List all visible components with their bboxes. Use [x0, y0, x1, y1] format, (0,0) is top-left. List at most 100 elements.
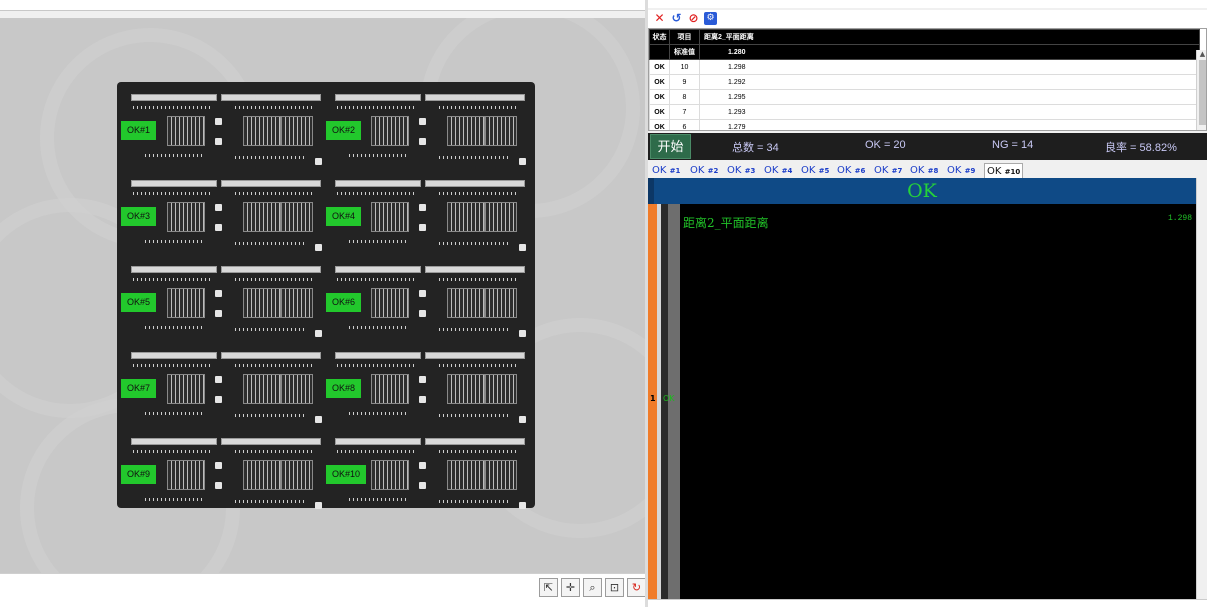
tab-prefix: OK: [837, 165, 852, 176]
close-icon[interactable]: ✕: [653, 12, 666, 25]
viewer-toolbar: ⇱ ✛ ⌕ ⊡ ↻: [0, 573, 646, 607]
table-row[interactable]: OK 7 1.293: [649, 104, 1200, 120]
measure-value: 1.298: [1167, 214, 1192, 223]
unit-result-label: OK#3: [121, 207, 157, 226]
tab-prefix: OK: [910, 165, 925, 176]
standard-label: 标准值: [669, 44, 700, 60]
tab-prefix: OK: [874, 165, 889, 176]
tab-number: #4: [781, 167, 793, 175]
settings-icon[interactable]: ⚙: [704, 12, 717, 25]
app-window: OK#1 OK#2 OK#3 OK#4 OK#5 OK#6 OK#7 OK#8 OK#9 OK#1…: [0, 0, 1207, 607]
standard-row: 标准值 1.280: [649, 44, 1200, 60]
table-row[interactable]: OK 10 1.298: [649, 59, 1200, 75]
unit-result-label: OK#9: [121, 465, 157, 484]
tab-number: #8: [927, 167, 939, 175]
table-scrollbar[interactable]: ▲ ▼: [1196, 50, 1206, 130]
pcb-panel: OK#1 OK#2 OK#3 OK#4 OK#5 OK#6 OK#7 OK#8 OK#9 OK#1…: [117, 82, 535, 509]
row-status: OK: [649, 59, 670, 75]
tab-prefix: OK: [987, 166, 1002, 177]
tab-number: #1: [669, 167, 681, 175]
total-count: 总数 = 34: [732, 142, 779, 154]
row-item: 9: [669, 74, 700, 90]
pcb-unit: OK#9: [121, 438, 325, 516]
tab-number: #10: [1004, 168, 1021, 176]
row-item: 6: [669, 119, 700, 130]
row-value: 1.298: [699, 59, 1200, 75]
unit-result-label: OK#7: [121, 379, 157, 398]
stop-icon[interactable]: ⊘: [687, 12, 700, 25]
unit-result-label: OK#1: [121, 121, 157, 140]
pcb-unit: OK#5: [121, 266, 325, 344]
tab-number: #2: [707, 167, 719, 175]
result-detail: 1 OK 距离2_平面距离 1.298: [648, 204, 1196, 599]
stats-bar: 开始 总数 = 34 OK = 20 NG = 14 良率 = 58.82%: [648, 133, 1207, 160]
crosshair-icon[interactable]: ✛: [561, 578, 580, 597]
tab-number: #9: [964, 167, 976, 175]
tab-number: #6: [854, 167, 866, 175]
export-icon[interactable]: ⇱: [539, 578, 558, 597]
zoom-fit-icon[interactable]: ⊡: [605, 578, 624, 597]
unit-result-label: OK#10: [326, 465, 367, 484]
reset-icon[interactable]: ↺: [670, 12, 683, 25]
row-item: 8: [669, 89, 700, 105]
pcb-unit: OK#8: [326, 352, 529, 430]
unit-result-label: OK#4: [326, 207, 362, 226]
table-row[interactable]: OK 8 1.295: [649, 89, 1200, 105]
tab-ok-10[interactable]: OK #10: [984, 163, 1024, 178]
row-value: 1.293: [699, 104, 1200, 120]
refresh-icon[interactable]: ↻: [627, 578, 646, 597]
row-status: OK: [649, 74, 670, 90]
yield-rate: 良率 = 58.82%: [1105, 142, 1177, 154]
tab-ok-3[interactable]: OK #3: [727, 163, 755, 178]
row-value: 1.295: [699, 89, 1200, 105]
row-value: 1.279: [699, 119, 1200, 130]
tab-prefix: OK: [690, 165, 705, 176]
tab-number: #5: [818, 167, 830, 175]
tab-ok-5[interactable]: OK #5: [801, 163, 829, 178]
tab-ok-7[interactable]: OK #7: [874, 163, 902, 178]
start-button[interactable]: 开始: [650, 134, 691, 159]
scroll-up-icon[interactable]: ▲: [1198, 50, 1206, 58]
row-value: 1.292: [699, 74, 1200, 90]
row-status: OK: [649, 104, 670, 120]
detail-scrollbar[interactable]: [1196, 178, 1207, 599]
tab-prefix: OK: [764, 165, 779, 176]
header-status: 状态: [649, 29, 670, 45]
tab-ok-4[interactable]: OK #4: [764, 163, 792, 178]
tab-ok-8[interactable]: OK #8: [910, 163, 938, 178]
pcb-unit: OK#7: [121, 352, 325, 430]
banner-text: OK: [907, 180, 937, 202]
table-row[interactable]: OK 9 1.292: [649, 74, 1200, 90]
tab-ok-6[interactable]: OK #6: [837, 163, 865, 178]
image-viewer[interactable]: OK#1 OK#2 OK#3 OK#4 OK#5 OK#6 OK#7 OK#8 OK#9 OK#1…: [0, 18, 645, 573]
result-banner: OK: [648, 178, 1196, 204]
tab-ok-1[interactable]: OK #1: [652, 163, 680, 178]
ng-count: NG = 14: [992, 139, 1034, 151]
unit-result-label: OK#2: [326, 121, 362, 140]
row-item: 7: [669, 104, 700, 120]
zoom-in-icon[interactable]: ⌕: [583, 578, 602, 597]
row-index: 1: [650, 394, 656, 403]
pcb-unit: OK#3: [121, 180, 325, 258]
measure-name: 距离2_平面距离: [683, 216, 769, 230]
unit-result-label: OK#5: [121, 293, 157, 312]
result-tabs: OK #1 OK #2 OK #3 OK #4 OK #5 OK #6 OK #7 OK #8…: [648, 163, 1207, 178]
unit-result-label: OK#8: [326, 379, 362, 398]
panel-toolbar: ✕ ↺ ⊘ ⚙: [648, 10, 1207, 28]
scrollbar-thumb[interactable]: [1199, 60, 1206, 125]
row-status: OK: [649, 119, 670, 130]
tab-ok-2[interactable]: OK #2: [690, 163, 718, 178]
table-header: 状态 项目 距离2_平面距离: [649, 29, 1200, 45]
tab-prefix: OK: [947, 165, 962, 176]
pcb-unit: OK#1: [121, 94, 325, 172]
tab-prefix: OK: [801, 165, 816, 176]
history-table[interactable]: 状态 项目 距离2_平面距离 标准值 1.280 OK 10 1.298 OK …: [648, 28, 1207, 131]
result-panel: ✕ ↺ ⊘ ⚙ 状态 项目 距离2_平面距离 标准值 1.280 OK 10 1…: [648, 8, 1207, 607]
tab-prefix: OK: [727, 165, 742, 176]
table-row[interactable]: OK 6 1.279: [649, 119, 1200, 130]
row-status: OK: [649, 89, 670, 105]
tab-ok-9[interactable]: OK #9: [947, 163, 975, 178]
tab-number: #3: [744, 167, 756, 175]
tab-prefix: OK: [652, 165, 667, 176]
pcb-unit: OK#10: [326, 438, 529, 516]
